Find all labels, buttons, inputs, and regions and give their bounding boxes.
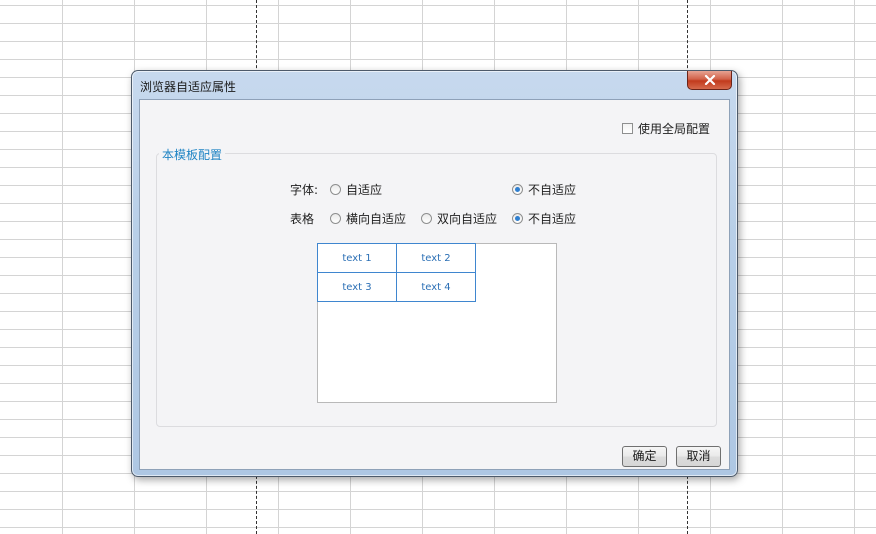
dialog-body: 使用全局配置 本模板配置 字体: 自适应 不自适应 表格 横向自适应 双向自适应… — [139, 99, 730, 470]
ok-button[interactable]: 确定 — [622, 446, 667, 467]
preview-table-row: text 1 text 2 — [317, 243, 476, 273]
preview-area: text 1 text 2 text 3 text 4 — [317, 243, 557, 403]
radio-label: 不自适应 — [528, 212, 577, 226]
preview-table: text 1 text 2 text 3 text 4 — [317, 243, 476, 302]
browser-adaptive-dialog: 浏览器自适应属性 使用全局配置 本模板配置 字体: 自适应 不自适应 表格 横向… — [131, 70, 738, 477]
use-global-config-checkbox[interactable]: 使用全局配置 — [622, 120, 710, 137]
radio-circle[interactable] — [421, 213, 432, 224]
radio-circle-selected[interactable] — [512, 213, 523, 224]
checkbox-box[interactable] — [622, 123, 633, 134]
group-title: 本模板配置 — [159, 146, 226, 163]
close-icon — [704, 75, 716, 85]
font-radio-non-adaptive[interactable]: 不自适应 — [512, 181, 576, 198]
font-label: 字体: — [290, 183, 319, 197]
preview-cell: text 1 — [317, 243, 397, 273]
template-config-group: 本模板配置 字体: 自适应 不自适应 表格 横向自适应 双向自适应 不自适应 t… — [156, 146, 717, 427]
dialog-title: 浏览器自适应属性 — [140, 80, 237, 94]
font-radio-adaptive[interactable]: 自适应 — [330, 181, 382, 198]
radio-circle[interactable] — [330, 213, 341, 224]
radio-label: 双向自适应 — [437, 212, 498, 226]
dialog-titlebar[interactable]: 浏览器自适应属性 — [132, 71, 737, 99]
font-row: 字体: 自适应 不自适应 — [157, 181, 716, 197]
close-button[interactable] — [687, 71, 732, 90]
preview-cell: text 3 — [317, 272, 397, 302]
preview-table-row: text 3 text 4 — [317, 272, 476, 302]
radio-label: 横向自适应 — [346, 212, 407, 226]
use-global-config-label: 使用全局配置 — [638, 122, 711, 136]
radio-label: 自适应 — [346, 183, 383, 197]
preview-cell: text 4 — [396, 272, 476, 302]
table-radio-non-adaptive[interactable]: 不自适应 — [512, 210, 576, 227]
table-label: 表格 — [290, 212, 315, 226]
radio-circle[interactable] — [330, 184, 341, 195]
radio-circle-selected[interactable] — [512, 184, 523, 195]
radio-label: 不自适应 — [528, 183, 577, 197]
table-radio-horizontal[interactable]: 横向自适应 — [330, 210, 406, 227]
table-radio-bidirectional[interactable]: 双向自适应 — [421, 210, 497, 227]
table-row: 表格 横向自适应 双向自适应 不自适应 — [157, 210, 716, 226]
cancel-button[interactable]: 取消 — [676, 446, 721, 467]
preview-cell: text 2 — [396, 243, 476, 273]
